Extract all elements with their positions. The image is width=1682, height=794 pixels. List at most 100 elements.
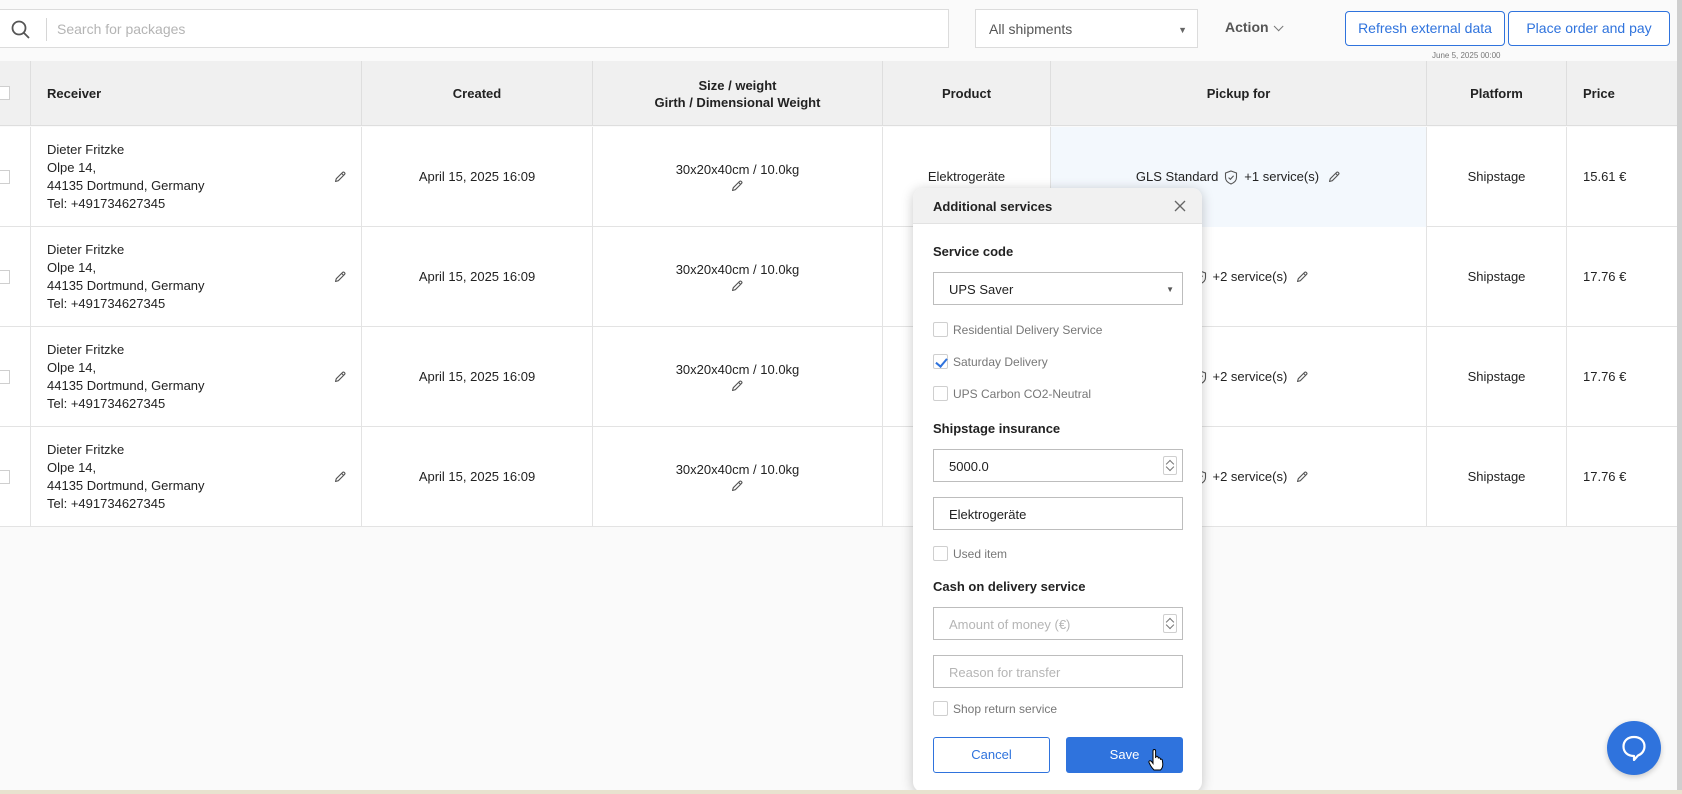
receiver-street: Olpe 14, xyxy=(47,360,97,375)
spinner-icon[interactable] xyxy=(1163,456,1177,475)
price-cell: 17.76 € xyxy=(1583,269,1627,284)
row-select-cell[interactable] xyxy=(0,327,31,427)
edit-receiver-pencil-icon[interactable] xyxy=(333,470,347,484)
search-input[interactable]: Search for packages xyxy=(0,9,949,48)
size-cell: 30x20x40cm / 10.0kg xyxy=(593,227,883,327)
page-scrollbar[interactable] xyxy=(1677,0,1682,794)
search-divider xyxy=(46,18,47,41)
option-shop-return[interactable]: Shop return service xyxy=(933,701,1057,716)
edit-services-pencil-icon[interactable] xyxy=(1295,470,1309,484)
cod-label: Cash on delivery service xyxy=(933,579,1086,594)
receiver-name: Dieter Fritzke xyxy=(47,442,125,457)
edit-receiver-pencil-icon[interactable] xyxy=(333,370,347,384)
toolbar: Search for packages All shipments ▼ Acti… xyxy=(0,0,1682,60)
receiver-phone: Tel: +491734627345 xyxy=(47,296,166,311)
table-row[interactable]: Dieter Fritzke Olpe 14, 44135 Dortmund, Ge… xyxy=(0,127,1682,227)
receiver-name: Dieter Fritzke xyxy=(47,142,125,157)
row-select-cell[interactable] xyxy=(0,227,31,327)
edit-services-pencil-icon[interactable] xyxy=(1295,370,1309,384)
search-icon xyxy=(11,20,30,39)
residential-checkbox[interactable] xyxy=(933,322,948,337)
pickup-services-count[interactable]: +1 service(s) xyxy=(1244,168,1319,186)
used-item-label: Used item xyxy=(953,546,1008,561)
receiver-cell: Dieter Fritzke Olpe 14, 44135 Dortmund, Ge… xyxy=(31,327,362,427)
insurance-label: Shipstage insurance xyxy=(933,421,1061,436)
option-residential[interactable]: Residential Delivery Service xyxy=(933,322,1102,337)
cancel-button[interactable]: Cancel xyxy=(933,737,1050,773)
row-checkbox[interactable] xyxy=(0,470,10,484)
insurance-amount-input[interactable]: 5000.0 xyxy=(933,449,1183,482)
size-weight: 30x20x40cm / 10.0kg xyxy=(675,162,800,177)
cod-reason-input[interactable]: Reason for transfer xyxy=(933,655,1183,688)
edit-size-pencil-icon[interactable] xyxy=(730,479,744,493)
insurance-amount-value: 5000.0 xyxy=(949,459,989,474)
receiver-city: 44135 Dortmund, Germany xyxy=(47,178,205,193)
row-checkbox[interactable] xyxy=(0,270,10,284)
place-order-button[interactable]: Place order and pay xyxy=(1508,11,1670,46)
caret-down-icon: ▼ xyxy=(1178,25,1187,35)
receiver-name: Dieter Fritzke xyxy=(47,242,125,257)
edit-size-pencil-icon[interactable] xyxy=(730,379,744,393)
used-item-checkbox[interactable] xyxy=(933,546,948,561)
refresh-external-data-button[interactable]: Refresh external data xyxy=(1345,11,1505,46)
platform-cell: Shipstage xyxy=(1427,227,1567,327)
saturday-checkbox[interactable] xyxy=(933,354,948,369)
service-code-value: UPS Saver xyxy=(949,282,1014,297)
action-menu-button[interactable]: Action xyxy=(1225,19,1284,35)
residential-label: Residential Delivery Service xyxy=(953,322,1103,337)
header-product[interactable]: Product xyxy=(883,61,1051,126)
receiver-cell: Dieter Fritzke Olpe 14, 44135 Dortmund, Ge… xyxy=(31,227,362,327)
receiver-phone: Tel: +491734627345 xyxy=(47,196,166,211)
header-pickup[interactable]: Pickup for xyxy=(1051,61,1427,126)
cod-amount-input[interactable]: Amount of money (€) xyxy=(933,607,1183,640)
chat-widget-button[interactable] xyxy=(1607,721,1661,775)
carbon-neutral-label: UPS Carbon CO2-Neutral xyxy=(953,386,1092,401)
edit-size-pencil-icon[interactable] xyxy=(730,279,744,293)
receiver-city: 44135 Dortmund, Germany xyxy=(47,478,205,493)
close-icon[interactable] xyxy=(1174,200,1186,212)
select-all-checkbox[interactable] xyxy=(0,86,10,100)
header-created[interactable]: Created xyxy=(362,61,593,126)
row-select-cell[interactable] xyxy=(0,127,31,227)
edit-services-pencil-icon[interactable] xyxy=(1327,170,1341,184)
receiver-phone: Tel: +491734627345 xyxy=(47,496,166,511)
table-row[interactable]: Dieter Fritzke Olpe 14, 44135 Dortmund, Ge… xyxy=(0,327,1682,427)
receiver-city: 44135 Dortmund, Germany xyxy=(47,378,205,393)
header-receiver[interactable]: Receiver xyxy=(31,61,362,126)
pickup-services-count[interactable]: +2 service(s) xyxy=(1213,268,1288,286)
shop-return-checkbox[interactable] xyxy=(933,701,948,716)
option-carbon-neutral[interactable]: UPS Carbon CO2-Neutral xyxy=(933,386,1091,401)
shipment-filter-select[interactable]: All shipments ▼ xyxy=(975,9,1198,48)
service-code-select[interactable]: UPS Saver ▼ xyxy=(933,272,1183,305)
platform-cell: Shipstage xyxy=(1427,427,1567,527)
bottom-edge xyxy=(0,790,1682,794)
header-price[interactable]: Price xyxy=(1567,61,1682,126)
receiver-address: Dieter Fritzke Olpe 14, 44135 Dortmund, Ge… xyxy=(47,341,205,413)
caret-down-icon: ▼ xyxy=(1166,285,1174,294)
table-row[interactable]: Dieter Fritzke Olpe 14, 44135 Dortmund, Ge… xyxy=(0,227,1682,327)
size-cell: 30x20x40cm / 10.0kg xyxy=(593,427,883,527)
insurance-description-input[interactable]: Elektrogeräte xyxy=(933,497,1183,530)
price-cell: 15.61 € xyxy=(1583,169,1627,184)
pickup-services-count[interactable]: +2 service(s) xyxy=(1213,368,1288,386)
edit-receiver-pencil-icon[interactable] xyxy=(333,170,347,184)
row-checkbox[interactable] xyxy=(0,170,10,184)
dialog-title: Additional services xyxy=(933,199,1053,214)
option-saturday[interactable]: Saturday Delivery xyxy=(933,354,1048,369)
option-used-item[interactable]: Used item xyxy=(933,546,1007,561)
header-platform[interactable]: Platform xyxy=(1427,61,1567,126)
save-button[interactable]: Save xyxy=(1066,737,1183,773)
spinner-icon[interactable] xyxy=(1163,614,1177,633)
header-select-all[interactable] xyxy=(0,61,31,126)
header-size-line1: Size / weight xyxy=(698,77,777,93)
header-size[interactable]: Size / weight Girth / Dimensional Weight xyxy=(593,61,883,126)
edit-size-pencil-icon[interactable] xyxy=(730,179,744,193)
carbon-neutral-checkbox[interactable] xyxy=(933,386,948,401)
row-checkbox[interactable] xyxy=(0,370,10,384)
chevron-down-icon xyxy=(1273,21,1284,32)
edit-receiver-pencil-icon[interactable] xyxy=(333,270,347,284)
table-row[interactable]: Dieter Fritzke Olpe 14, 44135 Dortmund, Ge… xyxy=(0,427,1682,527)
row-select-cell[interactable] xyxy=(0,427,31,527)
edit-services-pencil-icon[interactable] xyxy=(1295,270,1309,284)
pickup-services-count[interactable]: +2 service(s) xyxy=(1213,468,1288,486)
